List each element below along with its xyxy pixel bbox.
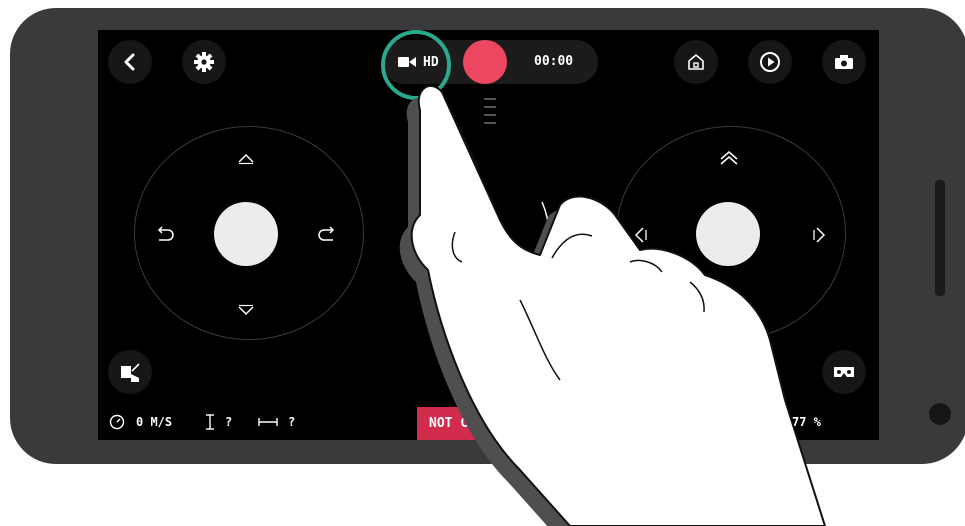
pointing-hand-illustration xyxy=(399,85,826,526)
